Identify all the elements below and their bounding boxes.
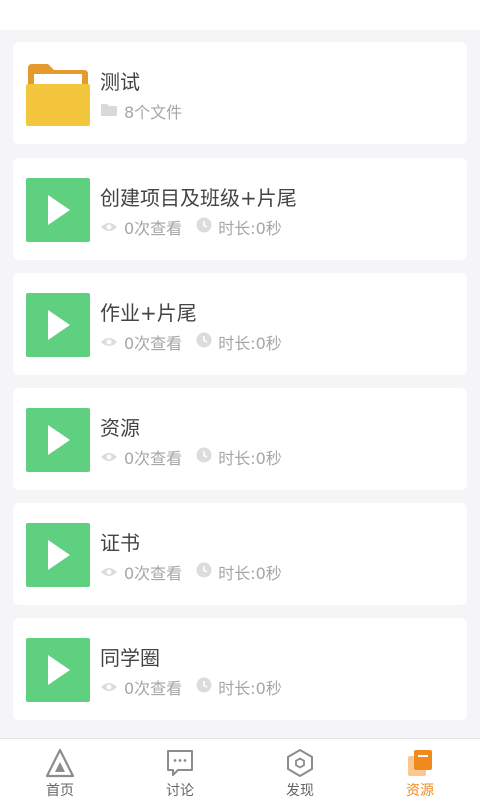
eye-icon (100, 678, 118, 697)
clock-icon (196, 217, 212, 237)
view-count: 0次查看 (124, 679, 183, 698)
chat-icon (164, 748, 196, 778)
tab-label: 首页 (46, 783, 74, 799)
clock-icon (196, 562, 212, 582)
video-thumbnail (26, 638, 90, 702)
video-thumbnail (26, 178, 90, 242)
video-title: 同学圈 (100, 646, 160, 670)
view-count: 0次查看 (124, 449, 183, 468)
video-card[interactable]: 证书 0次查看 时长:0秒 (13, 503, 467, 605)
video-meta: 0次查看 时长:0秒 (100, 561, 282, 583)
home-triangle-icon (44, 748, 76, 778)
video-title: 资源 (100, 416, 140, 440)
clock-icon (196, 447, 212, 467)
play-icon (48, 540, 70, 570)
video-card[interactable]: 作业+片尾 0次查看 时长:0秒 (13, 273, 467, 375)
video-thumbnail (26, 408, 90, 472)
video-meta: 0次查看 时长:0秒 (100, 446, 282, 468)
eye-icon (100, 333, 118, 352)
tab-label: 发现 (286, 783, 314, 799)
tab-discover[interactable]: 发现 (240, 739, 360, 800)
folder-icon (26, 62, 90, 126)
video-meta: 0次查看 时长:0秒 (100, 331, 282, 353)
play-icon (48, 425, 70, 455)
folder-card[interactable]: 测试 8个文件 (13, 42, 467, 144)
duration: 时长:0秒 (218, 449, 282, 468)
video-meta: 0次查看 时长:0秒 (100, 216, 282, 238)
eye-icon (100, 448, 118, 467)
video-title: 创建项目及班级+片尾 (100, 186, 297, 210)
video-card[interactable]: 创建项目及班级+片尾 0次查看 时长:0秒 (13, 158, 467, 260)
hexagon-discover-icon (284, 748, 316, 778)
video-thumbnail (26, 293, 90, 357)
play-icon (48, 655, 70, 685)
video-title: 作业+片尾 (100, 301, 197, 325)
video-title: 证书 (100, 531, 140, 555)
video-thumbnail (26, 523, 90, 587)
folder-title: 测试 (100, 70, 140, 94)
view-count: 0次查看 (124, 564, 183, 583)
tab-home[interactable]: 首页 (0, 739, 120, 800)
video-meta: 0次查看 时长:0秒 (100, 676, 282, 698)
top-bar (0, 0, 480, 30)
play-icon (48, 310, 70, 340)
play-icon (48, 195, 70, 225)
tab-label: 资源 (406, 783, 434, 799)
view-count: 0次查看 (124, 219, 183, 238)
video-card[interactable]: 同学圈 0次查看 时长:0秒 (13, 618, 467, 720)
resource-icon (404, 748, 436, 778)
tab-label: 讨论 (166, 783, 194, 799)
bottom-tab-bar: 首页 讨论 发现 资源 (0, 738, 480, 800)
duration: 时长:0秒 (218, 219, 282, 238)
view-count: 0次查看 (124, 334, 183, 353)
eye-icon (100, 218, 118, 237)
video-card[interactable]: 资源 0次查看 时长:0秒 (13, 388, 467, 490)
folder-small-icon (100, 102, 118, 121)
duration: 时长:0秒 (218, 334, 282, 353)
tab-resources[interactable]: 资源 (360, 739, 480, 800)
duration: 时长:0秒 (218, 564, 282, 583)
clock-icon (196, 677, 212, 697)
eye-icon (100, 563, 118, 582)
duration: 时长:0秒 (218, 679, 282, 698)
tab-discussion[interactable]: 讨论 (120, 739, 240, 800)
file-count: 8个文件 (124, 103, 183, 122)
clock-icon (196, 332, 212, 352)
folder-meta: 8个文件 (100, 100, 182, 122)
